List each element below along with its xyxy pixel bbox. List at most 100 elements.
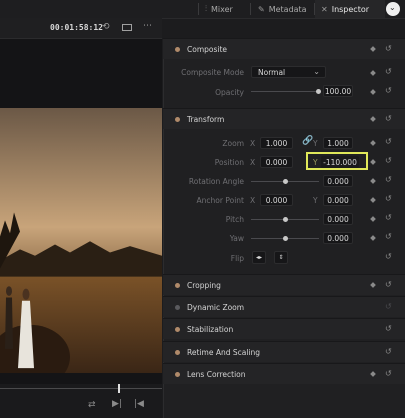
reset-icon[interactable]: ↺ bbox=[385, 194, 392, 203]
yaw-value: 0.000 bbox=[327, 233, 349, 243]
video-frame bbox=[0, 108, 162, 373]
zoom-y-value: 1.000 bbox=[327, 138, 349, 148]
section-toggle-dot[interactable] bbox=[175, 371, 180, 377]
yaw-field[interactable]: 0.000 bbox=[323, 232, 353, 244]
anchor-x-axis-label: X bbox=[250, 196, 256, 205]
rotation-angle-value: 0.000 bbox=[327, 176, 349, 186]
flip-horizontal-icon: ◂▸ bbox=[255, 254, 263, 261]
opacity-slider[interactable] bbox=[251, 91, 319, 92]
keyframe-diamond-icon[interactable] bbox=[370, 116, 376, 122]
tab-inspector-label: Inspector bbox=[331, 4, 370, 14]
zoom-x-field[interactable]: 1.000 bbox=[260, 137, 293, 149]
reset-icon[interactable]: ↺ bbox=[385, 67, 392, 76]
anchor-x-value: 0.000 bbox=[265, 195, 288, 205]
section-title: Transform bbox=[187, 114, 225, 124]
reset-icon[interactable]: ↺ bbox=[385, 347, 392, 356]
section-toggle-dot[interactable] bbox=[175, 46, 180, 52]
section-retime-and-scaling[interactable]: Retime And Scaling ↺ bbox=[163, 341, 405, 362]
loop-playback-icon[interactable]: ⇄ bbox=[88, 400, 96, 410]
link-icon[interactable]: 🔗 bbox=[302, 136, 313, 146]
viewer-mode-icon[interactable] bbox=[122, 24, 132, 31]
metadata-icon: ✎ bbox=[258, 4, 265, 14]
rotation-angle-field[interactable]: 0.000 bbox=[323, 175, 353, 187]
anchor-y-field[interactable]: 0.000 bbox=[323, 194, 353, 206]
pitch-slider-knob[interactable] bbox=[283, 217, 288, 222]
rotation-slider-knob[interactable] bbox=[283, 179, 288, 184]
reset-icon[interactable]: ↺ bbox=[385, 86, 392, 95]
video-frame-image bbox=[0, 108, 162, 373]
zoom-x-value: 1.000 bbox=[265, 138, 288, 148]
section-toggle-dot[interactable] bbox=[175, 116, 180, 122]
section-cropping[interactable]: Cropping ↺ bbox=[163, 274, 405, 295]
reset-icon[interactable]: ↺ bbox=[385, 252, 392, 261]
reset-icon[interactable]: ↺ bbox=[385, 302, 392, 311]
panel-menu-button[interactable]: ⌄ bbox=[386, 2, 400, 16]
anchor-y-axis-label: Y bbox=[313, 196, 318, 205]
section-title: Retime And Scaling bbox=[187, 347, 261, 357]
mixer-icon: ⫶ bbox=[205, 4, 207, 13]
position-label: Position bbox=[214, 158, 244, 167]
opacity-field[interactable]: 100.00 bbox=[323, 85, 353, 97]
pitch-field[interactable]: 0.000 bbox=[323, 213, 353, 225]
tab-mixer-label: Mixer bbox=[211, 4, 233, 14]
tab-separator bbox=[198, 3, 199, 15]
anchor-y-value: 0.000 bbox=[327, 195, 349, 205]
opacity-label: Opacity bbox=[215, 88, 244, 97]
keyframe-diamond-icon[interactable] bbox=[370, 371, 376, 377]
scrub-track[interactable] bbox=[0, 388, 162, 389]
yaw-slider-knob[interactable] bbox=[283, 236, 288, 241]
anchor-x-field[interactable]: 0.000 bbox=[260, 194, 293, 206]
pitch-label: Pitch bbox=[225, 215, 244, 224]
section-title: Composite bbox=[187, 44, 228, 54]
composite-mode-value: Normal bbox=[258, 67, 286, 77]
keyframe-diamond-icon[interactable] bbox=[370, 46, 376, 52]
section-composite[interactable]: Composite ↺ bbox=[163, 38, 405, 59]
reset-icon[interactable]: ↺ bbox=[385, 213, 392, 222]
viewer-header: 00:01:58:12 ⟲ ⋯ bbox=[0, 18, 162, 39]
reset-icon[interactable]: ↺ bbox=[385, 175, 392, 184]
zoom-x-axis-label: X bbox=[250, 139, 256, 148]
playhead[interactable] bbox=[118, 384, 120, 393]
flip-vertical-button[interactable]: ⇕ bbox=[274, 251, 288, 264]
tab-mixer[interactable]: ⫶ Mixer bbox=[205, 0, 233, 18]
composite-mode-select[interactable]: Normal ⌄ bbox=[251, 66, 326, 78]
more-options-icon[interactable]: ⋯ bbox=[143, 21, 152, 31]
keyframe-diamond-icon[interactable] bbox=[370, 282, 376, 288]
section-toggle-dot[interactable] bbox=[175, 326, 180, 332]
composite-mode-label: Composite Mode bbox=[181, 68, 244, 77]
flip-horizontal-button[interactable]: ◂▸ bbox=[252, 251, 266, 264]
section-dynamic-zoom[interactable]: Dynamic Zoom ↺ bbox=[163, 296, 405, 317]
opacity-slider-knob[interactable] bbox=[316, 89, 321, 94]
section-toggle-dot[interactable] bbox=[175, 349, 180, 355]
scrubber-bar: ⇄ ▶| |◀ bbox=[0, 384, 162, 418]
section-toggle-dot[interactable] bbox=[175, 282, 180, 288]
flip-vertical-icon: ⇕ bbox=[278, 254, 284, 261]
section-stabilization[interactable]: Stabilization ↺ bbox=[163, 318, 405, 339]
rotation-angle-label: Rotation Angle bbox=[188, 177, 244, 186]
flip-label: Flip bbox=[230, 254, 244, 263]
reset-icon[interactable]: ↺ bbox=[385, 280, 392, 289]
position-x-field[interactable]: 0.000 bbox=[260, 156, 293, 168]
position-x-value: 0.000 bbox=[265, 157, 288, 167]
section-toggle-dot[interactable] bbox=[175, 304, 180, 310]
reset-icon[interactable]: ↺ bbox=[385, 114, 392, 123]
reset-icon[interactable]: ↺ bbox=[385, 369, 392, 378]
skip-end-icon[interactable]: |◀ bbox=[134, 399, 144, 409]
reset-icon[interactable]: ↺ bbox=[385, 156, 392, 165]
tab-inspector[interactable]: ✕ Inspector bbox=[315, 0, 385, 18]
anchor-point-label: Anchor Point bbox=[196, 196, 244, 205]
tab-separator bbox=[250, 3, 251, 15]
section-transform[interactable]: Transform ↺ bbox=[163, 108, 405, 129]
loop-icon[interactable]: ⟲ bbox=[102, 22, 110, 32]
reset-icon[interactable]: ↺ bbox=[385, 137, 392, 146]
position-y-field[interactable]: -110.000 bbox=[321, 156, 359, 168]
reset-icon[interactable]: ↺ bbox=[385, 324, 392, 333]
tab-metadata[interactable]: ✎ Metadata bbox=[258, 0, 307, 18]
panel-tab-bar: ⫶ Mixer ✎ Metadata ✕ Inspector ⌄ bbox=[0, 0, 405, 19]
section-lens-correction[interactable]: Lens Correction ↺ bbox=[163, 363, 405, 384]
next-frame-icon[interactable]: ▶| bbox=[112, 399, 122, 409]
reset-icon[interactable]: ↺ bbox=[385, 232, 392, 241]
reset-icon[interactable]: ↺ bbox=[385, 44, 392, 53]
zoom-y-field[interactable]: 1.000 bbox=[323, 137, 353, 149]
section-title: Cropping bbox=[187, 280, 221, 290]
